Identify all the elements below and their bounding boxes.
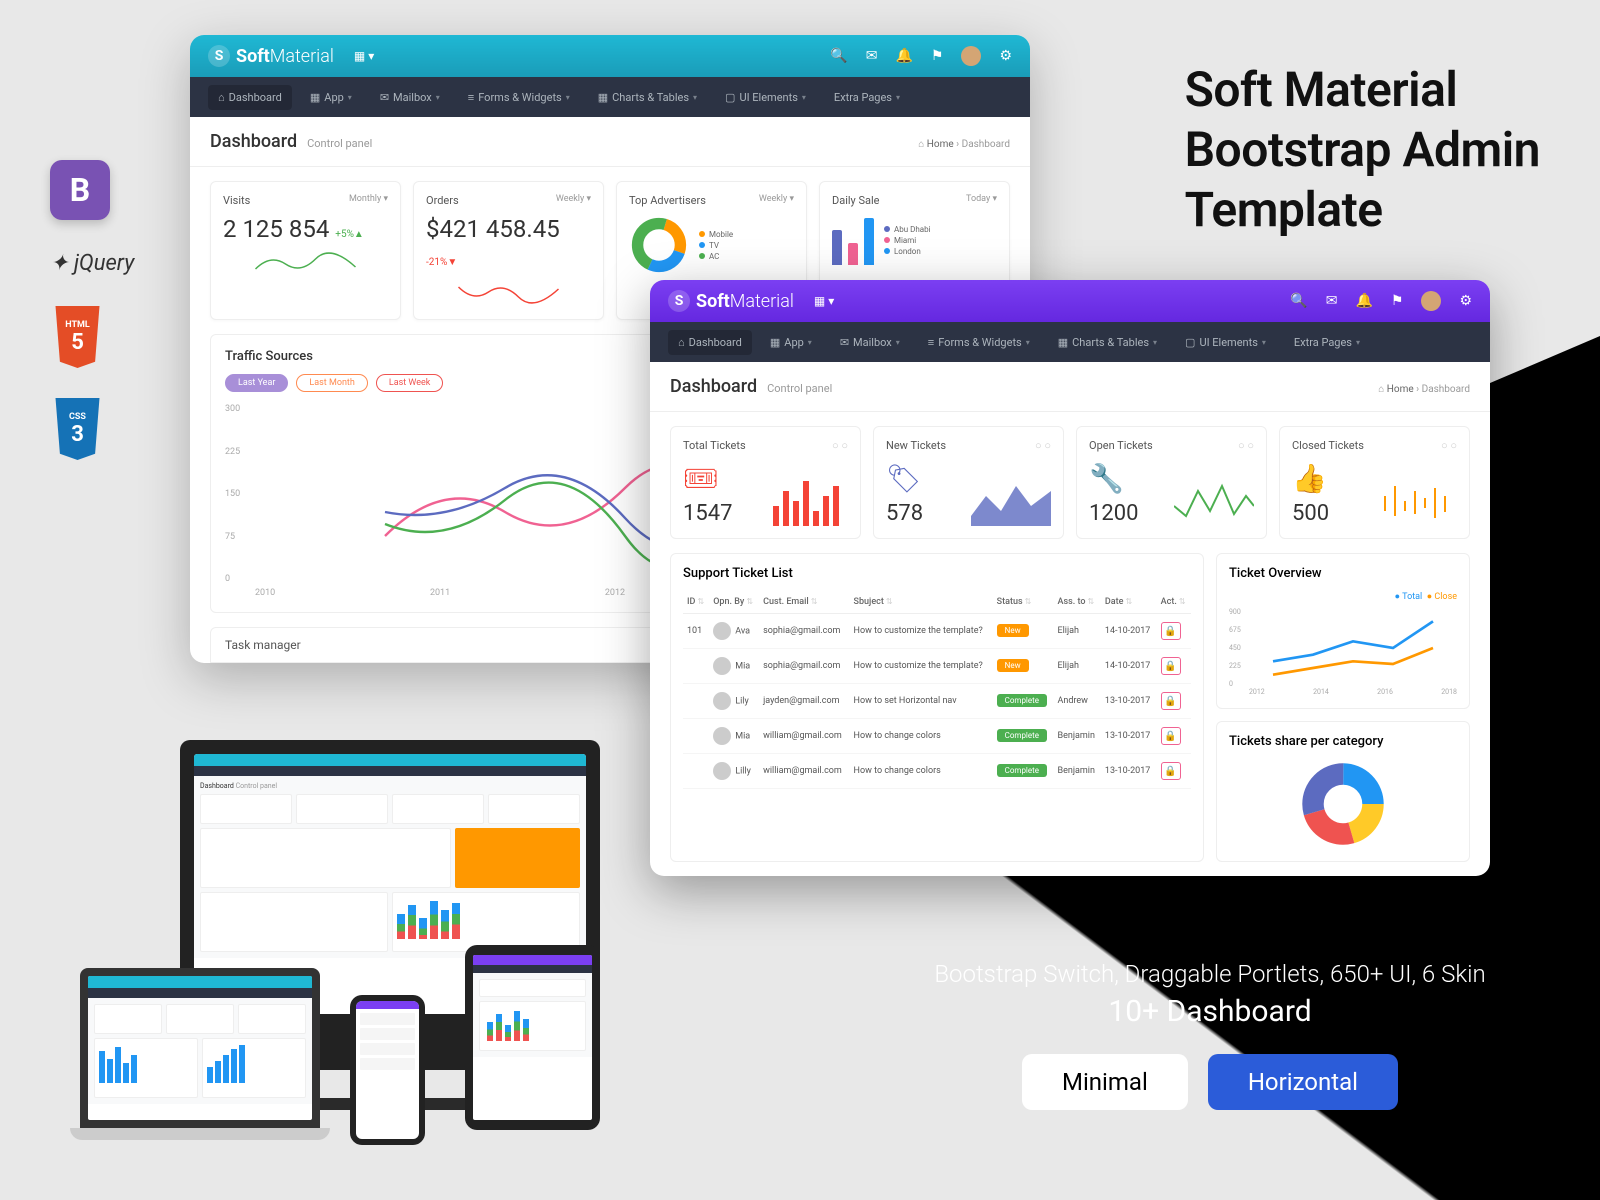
nav-extra[interactable]: Extra Pages ▾ — [1284, 330, 1370, 355]
page-subtitle: Control panel — [307, 137, 372, 150]
pill-last-year[interactable]: Last Year — [225, 374, 288, 392]
jquery-logo: ✦ jQuery — [50, 250, 134, 276]
support-ticket-list: Support Ticket List ID⇅Opn. By⇅Cust. Ema… — [670, 553, 1204, 862]
lock-icon[interactable]: 🔒 — [1161, 727, 1181, 745]
main-nav: ⌂ Dashboard ▦ App ▾ ✉ Mailbox ▾ ≡ Forms … — [190, 77, 1030, 117]
nav-dashboard[interactable]: ⌂ Dashboard — [668, 330, 752, 355]
nav-ui[interactable]: ▢ UI Elements ▾ — [1175, 330, 1276, 355]
page-header: Dashboard Control panel ⌂ Home › Dashboa… — [190, 117, 1030, 167]
avatar[interactable] — [1421, 291, 1441, 311]
css3-logo: CSS3 — [50, 398, 105, 460]
nav-charts[interactable]: ▦ Charts & Tables ▾ — [588, 85, 707, 110]
table-header[interactable]: Status⇅ — [993, 591, 1054, 614]
pill-last-month[interactable]: Last Month — [296, 374, 367, 392]
lock-icon[interactable]: 🔒 — [1161, 657, 1181, 675]
flag-icon[interactable]: ⚑ — [1391, 293, 1404, 309]
bootstrap-logo: B — [50, 160, 110, 220]
topbar-actions: 🔍 ✉ 🔔 ⚑ ⚙ — [830, 46, 1012, 66]
table-row[interactable]: 101 Ava sophia@gmail.com How to customiz… — [683, 614, 1191, 649]
search-icon[interactable]: 🔍 — [830, 48, 847, 64]
nav-mailbox[interactable]: ✉ Mailbox ▾ — [830, 330, 910, 355]
breadcrumb-home[interactable]: Home — [1387, 384, 1414, 395]
horizontal-button[interactable]: Horizontal — [1208, 1054, 1398, 1110]
laptop-mockup — [70, 968, 330, 1140]
tech-logos: B ✦ jQuery HTML5 CSS3 — [50, 160, 134, 460]
table-header[interactable]: Cust. Email⇅ — [759, 591, 849, 614]
lock-icon[interactable]: 🔒 — [1161, 762, 1181, 780]
logo-s-icon: S — [668, 290, 690, 312]
phone-mockup — [350, 995, 425, 1145]
minimal-button[interactable]: Minimal — [1022, 1054, 1188, 1110]
gear-icon[interactable]: ⚙ — [999, 48, 1012, 64]
table-row[interactable]: Lilly william@gmail.com How to change co… — [683, 754, 1191, 789]
features-text: Bootstrap Switch, Draggable Portlets, 65… — [820, 960, 1600, 988]
pill-last-week[interactable]: Last Week — [376, 374, 444, 392]
nav-dashboard[interactable]: ⌂ Dashboard — [208, 85, 292, 110]
new-tickets-card: New Tickets○ ○ 🏷578 — [873, 426, 1064, 539]
flag-icon[interactable]: ⚑ — [931, 48, 944, 64]
nav-forms[interactable]: ≡ Forms & Widgets ▾ — [458, 85, 580, 110]
nav-app[interactable]: ▦ App ▾ — [300, 85, 362, 110]
table-header[interactable]: Act.⇅ — [1157, 591, 1191, 614]
page-title: Dashboard — [210, 131, 297, 152]
gear-icon[interactable]: ⚙ — [1459, 293, 1472, 309]
nav-forms[interactable]: ≡ Forms & Widgets ▾ — [918, 330, 1040, 355]
nav-charts[interactable]: ▦ Charts & Tables ▾ — [1048, 330, 1167, 355]
dashboard-purple: S SoftMaterial ▦ ▾ 🔍 ✉ 🔔 ⚑ ⚙ ⌂ Dashboard… — [650, 280, 1490, 876]
device-mockups: Dashboard Control panel — [50, 740, 670, 1160]
nav-ui[interactable]: ▢ UI Elements ▾ — [715, 85, 816, 110]
table-row[interactable]: Mia william@gmail.com How to change colo… — [683, 719, 1191, 754]
breadcrumb-home[interactable]: Home — [927, 139, 954, 150]
open-tickets-card: Open Tickets○ ○ 🔧1200 — [1076, 426, 1267, 539]
avatar[interactable] — [961, 46, 981, 66]
table-header[interactable]: ID⇅ — [683, 591, 709, 614]
breadcrumb: ⌂ Home › Dashboard — [918, 139, 1010, 150]
topbar: S SoftMaterial ▦ ▾ 🔍 ✉ 🔔 ⚑ ⚙ — [190, 35, 1030, 77]
orders-card: OrdersWeekly ▾ $421 458.45 -21%▼ — [413, 181, 604, 320]
table-header[interactable]: Date⇅ — [1101, 591, 1157, 614]
tablet-mockup — [465, 945, 600, 1130]
search-icon[interactable]: 🔍 — [1290, 293, 1307, 309]
table-header[interactable]: Opn. By⇅ — [709, 591, 759, 614]
dashboards-count: 10+ Dashboard — [820, 994, 1600, 1029]
nav-extra[interactable]: Extra Pages ▾ — [824, 85, 910, 110]
bell-icon[interactable]: 🔔 — [1355, 293, 1372, 309]
total-tickets-card: Total Tickets○ ○ 🎟1547 — [670, 426, 861, 539]
page-title: Dashboard — [670, 376, 757, 397]
visits-card: VisitsMonthly ▾ 2 125 854 +5%▲ — [210, 181, 401, 320]
brand-logo[interactable]: S SoftMaterial — [208, 45, 334, 67]
brand-logo[interactable]: S SoftMaterial — [668, 290, 794, 312]
tickets-table: ID⇅Opn. By⇅Cust. Email⇅Sbuject⇅Status⇅As… — [683, 591, 1191, 789]
table-header[interactable]: Sbuject⇅ — [850, 591, 993, 614]
html5-logo: HTML5 — [50, 306, 105, 368]
topbar-purple: S SoftMaterial ▦ ▾ 🔍 ✉ 🔔 ⚑ ⚙ — [650, 280, 1490, 322]
table-row[interactable]: Mia sophia@gmail.com How to customize th… — [683, 649, 1191, 684]
tickets-share-card: Tickets share per category — [1216, 721, 1470, 862]
nav-mailbox[interactable]: ✉ Mailbox ▾ — [370, 85, 450, 110]
table-header[interactable]: Ass. to⇅ — [1054, 591, 1101, 614]
nav-app[interactable]: ▦ App ▾ — [760, 330, 822, 355]
logo-s-icon: S — [208, 45, 230, 67]
ticket-overview-card: Ticket Overview ● Total ● Close 90067545… — [1216, 553, 1470, 709]
lock-icon[interactable]: 🔒 — [1161, 692, 1181, 710]
mail-icon[interactable]: ✉ — [1326, 293, 1338, 309]
bell-icon[interactable]: 🔔 — [895, 48, 912, 64]
mail-icon[interactable]: ✉ — [866, 48, 878, 64]
lock-icon[interactable]: 🔒 — [1161, 622, 1181, 640]
closed-tickets-card: Closed Tickets○ ○ 👍500 — [1279, 426, 1470, 539]
marketing-subtitle: Bootstrap Switch, Draggable Portlets, 65… — [820, 960, 1600, 1110]
marketing-title: Soft MaterialBootstrap AdminTemplate — [1185, 60, 1540, 240]
table-row[interactable]: Lily jayden@gmail.com How to set Horizon… — [683, 684, 1191, 719]
